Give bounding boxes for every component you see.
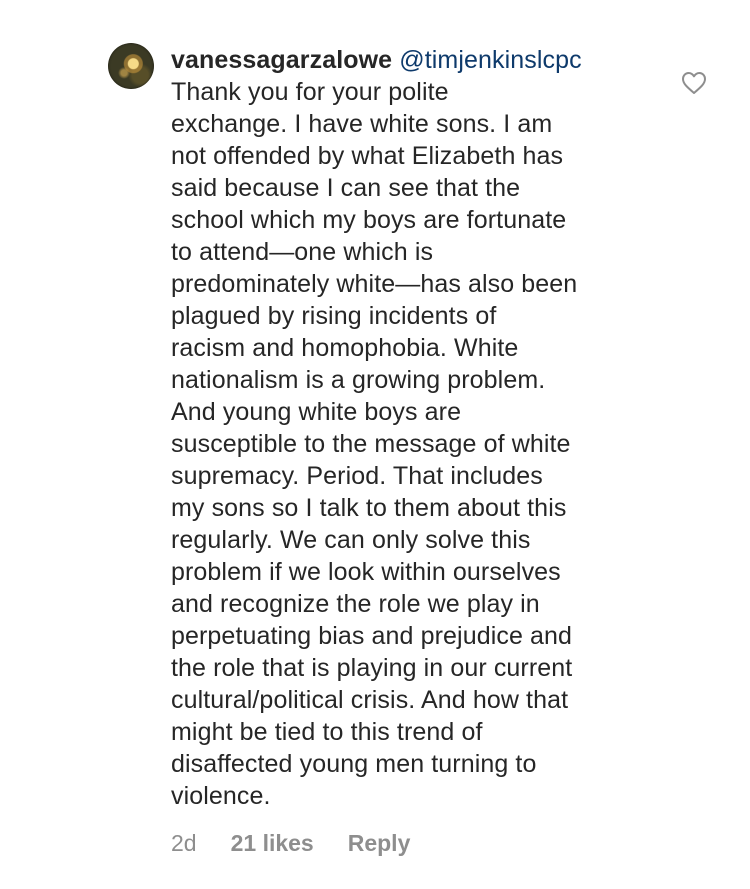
comment-meta: 2d 21 likes Reply	[171, 830, 410, 857]
mention-link[interactable]: @timjenkinslcpc	[399, 46, 581, 74]
heart-icon[interactable]	[681, 71, 707, 95]
comment: vanessagarzalowe @timjenkinslcpc Thank y…	[0, 0, 750, 889]
comment-text: Thank you for your polite exchange. I ha…	[171, 78, 578, 810]
likes-count[interactable]: 21 likes	[231, 830, 314, 857]
avatar[interactable]	[108, 43, 154, 89]
timestamp: 2d	[171, 830, 197, 856]
comment-body: vanessagarzalowe @timjenkinslcpc Thank y…	[171, 44, 651, 812]
username-link[interactable]: vanessagarzalowe	[171, 46, 392, 74]
comment-content: vanessagarzalowe @timjenkinslcpc Thank y…	[171, 44, 651, 812]
reply-button[interactable]: Reply	[348, 830, 411, 857]
